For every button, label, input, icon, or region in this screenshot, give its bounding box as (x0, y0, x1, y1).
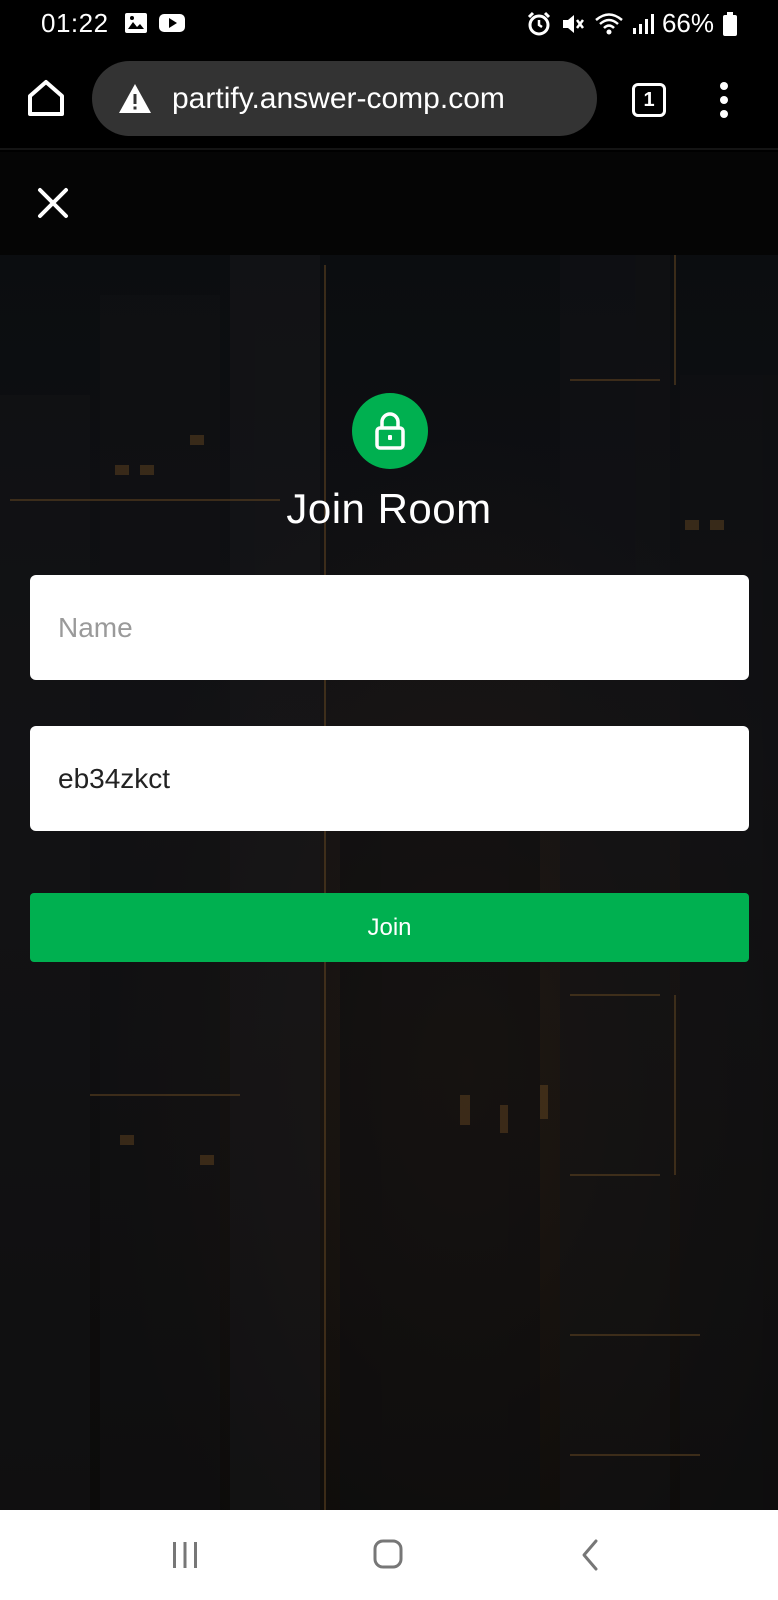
tab-count: 1 (643, 88, 655, 111)
tabs-button[interactable]: 1 (632, 83, 666, 117)
image-icon (125, 13, 147, 33)
name-input[interactable] (30, 575, 749, 680)
address-bar[interactable]: partify.answer-comp.com (92, 61, 597, 136)
join-button[interactable]: Join (30, 893, 749, 962)
signal-icon (632, 13, 654, 34)
recent-apps-icon[interactable] (170, 1540, 200, 1570)
alarm-icon (527, 11, 551, 35)
battery-icon (723, 11, 737, 36)
status-bar: 01:22 66% (0, 0, 778, 50)
lock-icon (375, 412, 405, 450)
mute-icon (562, 14, 584, 33)
wifi-icon (595, 12, 623, 34)
join-room-page: Join Room Join (0, 152, 778, 1510)
more-vert-icon[interactable] (714, 80, 734, 120)
youtube-icon (159, 14, 185, 32)
home-icon[interactable] (24, 76, 68, 120)
home-icon[interactable] (372, 1538, 404, 1570)
back-icon[interactable] (580, 1538, 600, 1572)
status-system: 66% (526, 8, 738, 39)
system-navigation-bar (0, 1510, 778, 1600)
lock-badge (352, 393, 428, 469)
status-notifications (124, 12, 186, 34)
battery-percent: 66% (661, 8, 714, 38)
join-button-label: Join (367, 913, 412, 941)
url-text[interactable]: partify.answer-comp.com (172, 82, 505, 116)
room-code-input[interactable] (30, 726, 749, 831)
status-time: 01:22 (41, 8, 109, 38)
warning-icon[interactable] (118, 82, 152, 116)
close-icon[interactable] (36, 186, 70, 220)
page-title: Join Room (286, 485, 492, 532)
browser-toolbar: partify.answer-comp.com 1 (0, 50, 778, 150)
